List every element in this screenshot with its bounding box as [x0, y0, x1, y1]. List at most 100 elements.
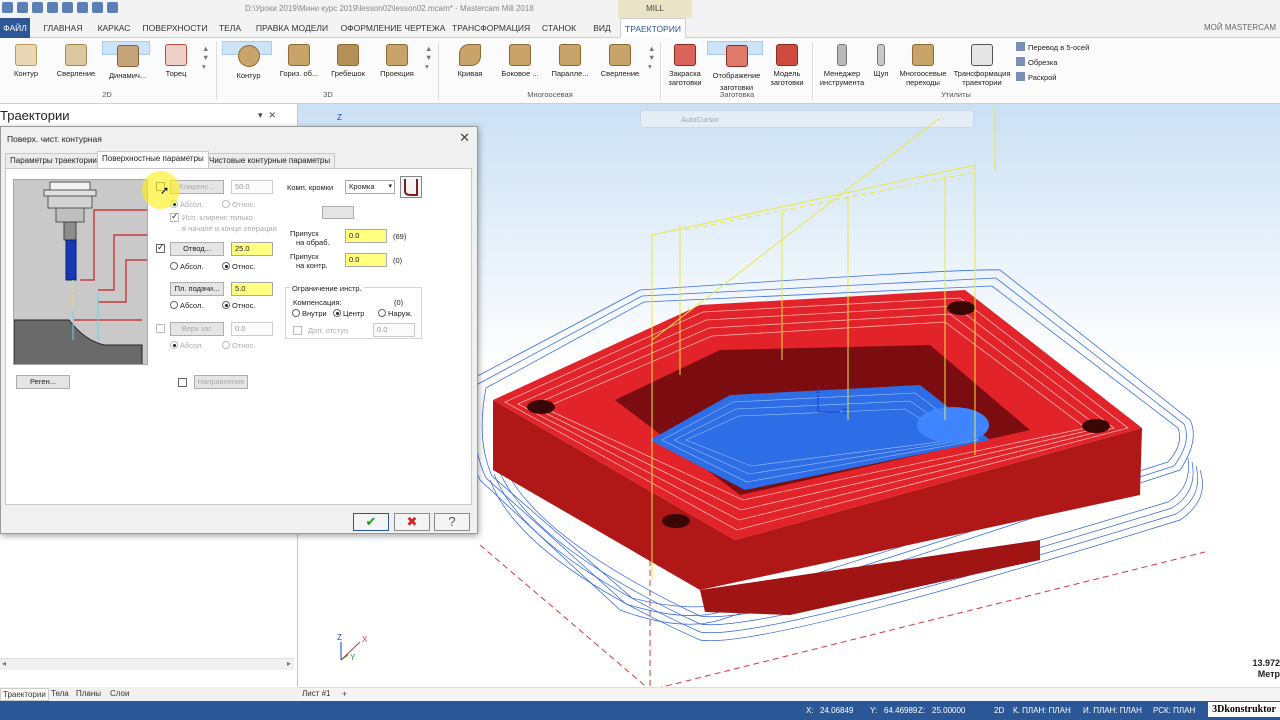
use-clearance-checkbox[interactable]: [170, 211, 179, 222]
drill-2d-button[interactable]: Сверление: [52, 41, 100, 89]
top-stock-button[interactable]: Верх заг.: [170, 322, 224, 336]
edge-comp-pick-button[interactable]: [322, 206, 354, 219]
tab-surface-params[interactable]: Поверхностные параметры: [97, 151, 209, 168]
direction-button[interactable]: Направление: [194, 375, 248, 389]
top-rel-radio[interactable]: Относ.: [222, 341, 255, 350]
help-button[interactable]: ?: [434, 513, 470, 531]
save-icon[interactable]: [32, 2, 43, 13]
undo-icon[interactable]: [77, 2, 88, 13]
tab-planes-panel[interactable]: Планы: [76, 688, 101, 699]
nesting-button[interactable]: Раскрой: [1016, 72, 1057, 82]
wcs-indicator[interactable]: РСК: ПЛАН: [1153, 706, 1195, 715]
tab-surfaces[interactable]: ПОВЕРХНОСТИ: [140, 18, 210, 38]
dynamic-2d-button[interactable]: Динамич...: [102, 41, 150, 80]
convert-5axis-button[interactable]: Перевод в 5-осей: [1016, 42, 1089, 52]
curve-multiaxis-button[interactable]: Кривая: [446, 41, 494, 89]
tab-toolpath-params[interactable]: Параметры траектории: [5, 153, 102, 168]
face-2d-button[interactable]: Торец: [156, 41, 196, 89]
gallery-scroll-multi[interactable]: ▲ ▼ ▾: [648, 44, 655, 71]
sheet-bar: Лист #1 +: [298, 687, 1280, 701]
retract-checkbox[interactable]: [156, 242, 165, 253]
parallel-button[interactable]: Паралле...: [546, 41, 594, 89]
add-offset-field[interactable]: 0.0: [373, 323, 415, 337]
ok-button[interactable]: ✔: [353, 513, 389, 531]
comp-center-radio[interactable]: Центр: [333, 309, 364, 318]
feed-plane-field[interactable]: 5.0: [231, 282, 273, 296]
new-file-icon[interactable]: [17, 2, 28, 13]
close-icon[interactable]: ✕: [459, 130, 470, 146]
top-stock-checkbox[interactable]: [156, 324, 165, 333]
top-abs-radio[interactable]: Абсол.: [170, 341, 204, 350]
mode-2d-toggle[interactable]: 2D: [994, 706, 1004, 715]
clearance-field[interactable]: 50.0: [231, 180, 273, 194]
contour-2d-button[interactable]: Контур: [6, 41, 46, 89]
feed-abs-radio[interactable]: Абсол.: [170, 301, 204, 310]
tab-file[interactable]: ФАЙЛ: [0, 18, 30, 38]
retract-rel-radio[interactable]: Относ.: [222, 262, 255, 271]
clearance-rel-radio[interactable]: Относ.: [222, 200, 255, 209]
tab-finish-contour-params[interactable]: Чистовые контурные параметры: [204, 153, 336, 168]
tab-drafting[interactable]: ОФОРМЛЕНИЕ ЧЕРТЕЖА: [340, 18, 446, 38]
stock-check-field[interactable]: 0.0: [345, 253, 387, 267]
projection-button[interactable]: Проекция: [374, 41, 420, 89]
print-icon[interactable]: [62, 2, 73, 13]
direction-checkbox[interactable]: [178, 378, 187, 387]
top-stock-field[interactable]: 0.0: [231, 322, 273, 336]
tab-view[interactable]: ВИД: [588, 18, 616, 38]
retract-button[interactable]: Отвод...: [170, 242, 224, 256]
tplane-indicator[interactable]: И. ПЛАН: ПЛАН: [1083, 706, 1142, 715]
edge-comp-select[interactable]: Кромка ▾: [345, 180, 395, 194]
stock-drive-field[interactable]: 0.0: [345, 229, 387, 243]
tab-toolpaths[interactable]: ТРАЕКТОРИИ: [620, 18, 686, 38]
swarf-button[interactable]: Боковое ...: [496, 41, 544, 89]
stock-model-label: Модель заготовки: [770, 69, 804, 87]
retract-field[interactable]: 25.0: [231, 242, 273, 256]
retract-abs-radio[interactable]: Абсол.: [170, 262, 204, 271]
tab-home[interactable]: ГЛАВНАЯ: [34, 18, 92, 38]
sheet-tab[interactable]: Лист #1: [302, 689, 331, 698]
stock-model-button[interactable]: Модель заготовки: [766, 41, 808, 89]
toolpath-transform-button[interactable]: Трансформация траектории: [952, 41, 1012, 89]
horizontal-scrollbar[interactable]: ◂ ▸: [0, 658, 294, 670]
tab-wireframe[interactable]: КАРКАС: [94, 18, 134, 38]
drill-multiaxis-button[interactable]: Сверление: [596, 41, 644, 89]
cplane-indicator[interactable]: К. ПЛАН: ПЛАН: [1013, 706, 1071, 715]
cancel-button[interactable]: ✖: [394, 513, 430, 531]
redo-icon[interactable]: [92, 2, 103, 13]
trim-button[interactable]: Обрезка: [1016, 57, 1057, 67]
scroll-right-icon[interactable]: ▸: [287, 659, 291, 668]
stock-shading-button[interactable]: Закраска заготовки: [664, 41, 706, 89]
probe-button[interactable]: Щуп: [870, 41, 892, 89]
tab-solids-panel[interactable]: Тела: [51, 688, 69, 699]
feed-plane-button[interactable]: Пл. подачи...: [170, 282, 224, 296]
parallel-label: Паралле...: [551, 69, 589, 78]
scallop-label: Гребешок: [331, 69, 365, 78]
tool-manager-button[interactable]: Менеджер инструмента: [816, 41, 868, 89]
gallery-scroll-3d[interactable]: ▲ ▼ ▾: [425, 44, 432, 71]
tab-levels-panel[interactable]: Слои: [110, 688, 129, 699]
feed-rel-radio[interactable]: Относ.: [222, 301, 255, 310]
horizontal-area-button[interactable]: Гориз. об...: [274, 41, 324, 89]
regen-button[interactable]: Реген...: [16, 375, 70, 389]
open-icon[interactable]: [47, 2, 58, 13]
context-tab-label: MILL: [618, 0, 692, 18]
contour-3d-button[interactable]: Контур: [222, 41, 272, 80]
gallery-scroll-2d[interactable]: ▲ ▼ ▾: [202, 44, 209, 71]
comp-inside-radio[interactable]: Внутри: [292, 309, 327, 318]
customize-icon[interactable]: [107, 2, 118, 13]
tab-solids[interactable]: ТЕЛА: [214, 18, 246, 38]
tab-model-prep[interactable]: ПРАВКА МОДЕЛИ: [252, 18, 332, 38]
quick-access-toolbar[interactable]: [2, 2, 118, 13]
scroll-left-icon[interactable]: ◂: [2, 659, 6, 668]
account-link[interactable]: МОЙ MASTERCAM: [1204, 18, 1276, 38]
multiaxis-linking-button[interactable]: Многоосевые переходы: [896, 41, 950, 89]
stock-display-button[interactable]: Отображение заготовки: [707, 41, 763, 92]
add-sheet-button[interactable]: +: [342, 689, 347, 699]
tab-transform[interactable]: ТРАНСФОРМАЦИЯ: [452, 18, 530, 38]
scallop-button[interactable]: Гребешок: [326, 41, 370, 89]
add-offset-checkbox[interactable]: [293, 326, 302, 335]
panel-controls[interactable]: ▾✕: [258, 110, 282, 121]
tab-toolpaths-panel[interactable]: Траектории: [0, 688, 49, 701]
tab-machine[interactable]: СТАНОК: [538, 18, 580, 38]
comp-outside-radio[interactable]: Наруж.: [378, 309, 413, 318]
